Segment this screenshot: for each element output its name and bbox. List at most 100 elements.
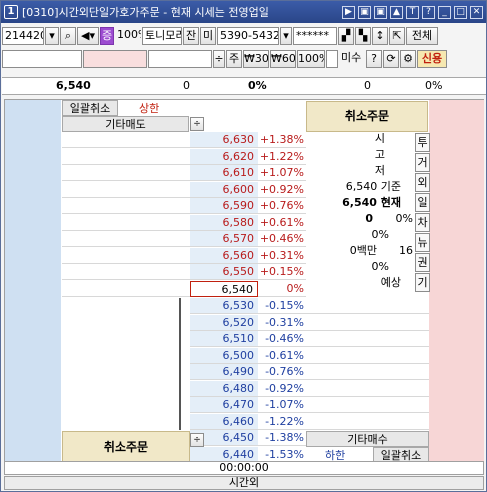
misu-label: 미수 bbox=[341, 50, 362, 64]
bid-price-cell[interactable]: 6,520 bbox=[190, 315, 258, 331]
bid-qty-cell[interactable] bbox=[306, 331, 429, 347]
bid-price-cell[interactable]: 6,530 bbox=[190, 298, 258, 314]
bid-price-cell[interactable]: 6,510 bbox=[190, 331, 258, 347]
play-icon[interactable]: ▶ bbox=[342, 5, 355, 19]
ask-qty-cell[interactable] bbox=[62, 165, 190, 181]
ask-price-cell[interactable]: 6,610 bbox=[190, 165, 258, 181]
summary-volume: 0 bbox=[183, 79, 190, 92]
stock-badge: 증 bbox=[100, 26, 114, 45]
sell-stepper[interactable]: ÷ bbox=[190, 117, 204, 131]
order-type-field[interactable] bbox=[2, 49, 82, 68]
ask-qty-cell[interactable] bbox=[62, 198, 190, 214]
left-input-column[interactable] bbox=[5, 100, 61, 463]
maximize-icon[interactable]: □ bbox=[454, 5, 467, 19]
ask-price-cell[interactable]: 6,550 bbox=[190, 264, 258, 280]
bid-rate-cell: -0.46% bbox=[258, 331, 306, 347]
qty-60-button[interactable]: ₩60 bbox=[270, 49, 296, 68]
unfilled-button[interactable]: 미 bbox=[200, 26, 216, 45]
ask-qty-cell[interactable] bbox=[62, 264, 190, 280]
misu-checkbox[interactable] bbox=[326, 49, 338, 68]
title-icons: ▶ ▣ ▣ ▲ T? _ □ ✕ bbox=[342, 5, 483, 19]
ask-qty-cell[interactable] bbox=[62, 182, 190, 198]
other-buy-button[interactable]: 기타매수 bbox=[306, 431, 429, 447]
balance-button[interactable]: 잔 bbox=[183, 26, 199, 45]
right-input-column[interactable] bbox=[429, 100, 484, 463]
ask-rate-cell: +0.92% bbox=[258, 183, 306, 198]
bid-qty-cell[interactable] bbox=[306, 298, 429, 314]
ask-price-cell[interactable]: 6,630 bbox=[190, 132, 258, 148]
ask-price-cell[interactable]: 6,590 bbox=[190, 198, 258, 214]
qty-100-button[interactable]: 100% bbox=[297, 49, 325, 68]
ask-rate-cell: +0.46% bbox=[258, 232, 306, 247]
bid-price-cell[interactable]: 6,470 bbox=[190, 397, 258, 413]
buy-stepper[interactable]: ÷ bbox=[190, 433, 204, 447]
speaker-icon[interactable]: ◀▾ bbox=[77, 26, 99, 45]
bid-price-cell[interactable]: 6,460 bbox=[190, 414, 258, 430]
ask-price-cell[interactable]: 6,540 bbox=[190, 281, 258, 297]
tile-icon[interactable]: ▣ bbox=[374, 5, 387, 19]
ask-qty-cell[interactable] bbox=[62, 281, 190, 297]
ask-qty-cell[interactable] bbox=[62, 132, 190, 148]
font-icon[interactable]: T bbox=[406, 5, 419, 19]
bid-qty-cell[interactable] bbox=[306, 364, 429, 380]
refresh-icon[interactable]: ⟳ bbox=[383, 49, 399, 68]
close-icon[interactable]: ✕ bbox=[470, 5, 483, 19]
up-icon[interactable]: ▲ bbox=[390, 5, 403, 19]
bid-qty-cell[interactable] bbox=[306, 414, 429, 430]
toolbar-row-2: ÷ 주 ₩30 ₩60 100% 미수 ? ⟳ ⚙ 신용 bbox=[2, 48, 486, 69]
bid-price-cell[interactable]: 6,490 bbox=[190, 364, 258, 380]
side-tab-2[interactable]: 거 bbox=[415, 153, 430, 172]
ask-qty-cell[interactable] bbox=[62, 231, 190, 247]
account-chevron-icon[interactable]: ▾ bbox=[280, 26, 292, 45]
ask-qty-cell[interactable] bbox=[62, 149, 190, 165]
bid-qty-cell[interactable] bbox=[306, 348, 429, 364]
qty-30-button[interactable]: ₩30 bbox=[243, 49, 269, 68]
settings-icon[interactable]: ▚ bbox=[355, 26, 371, 45]
password-field[interactable]: ****** bbox=[293, 26, 337, 45]
cancel-order-top-button[interactable]: 취소주문 bbox=[306, 101, 428, 132]
restore-icon[interactable]: ▣ bbox=[358, 5, 371, 19]
chevron-down-icon[interactable]: ▾ bbox=[45, 26, 59, 45]
minimize-icon[interactable]: _ bbox=[438, 5, 451, 19]
search-icon[interactable]: ⌕ bbox=[60, 26, 76, 45]
summary-pct: 0% bbox=[248, 79, 267, 92]
gear-icon[interactable]: ⚙ bbox=[400, 49, 416, 68]
ask-price-cell[interactable]: 6,570 bbox=[190, 231, 258, 247]
all-button[interactable]: 전체 bbox=[406, 26, 438, 45]
credit-button[interactable]: 신용 bbox=[417, 49, 447, 68]
price-stepper[interactable]: ÷ bbox=[213, 49, 225, 68]
bid-qty-cell[interactable] bbox=[306, 397, 429, 413]
sort-icon[interactable]: ↕ bbox=[372, 26, 388, 45]
bid-price-cell[interactable]: 6,500 bbox=[190, 348, 258, 364]
bulk-cancel-button[interactable]: 일괄취소 bbox=[62, 100, 118, 116]
bid-rate-cell: -1.38% bbox=[258, 430, 306, 446]
side-tab-3[interactable]: 외 bbox=[415, 173, 430, 192]
ask-qty-cell[interactable] bbox=[62, 215, 190, 231]
share-unit-button[interactable]: 주 bbox=[226, 49, 242, 68]
help-button[interactable]: ? bbox=[366, 49, 382, 68]
side-tab-8[interactable]: 기 bbox=[415, 273, 430, 292]
layout-icon[interactable]: ▞ bbox=[338, 26, 354, 45]
other-sell-button[interactable]: 기타매도 bbox=[62, 116, 189, 132]
price-field[interactable] bbox=[148, 49, 212, 68]
bid-rate-cell: -1.22% bbox=[258, 414, 306, 430]
ask-price-cell[interactable]: 6,580 bbox=[190, 215, 258, 231]
bid-qty-cell[interactable] bbox=[306, 315, 429, 331]
account-select[interactable]: 5390-5432 bbox=[217, 26, 279, 45]
side-tab-5[interactable]: 차 bbox=[415, 213, 430, 232]
ask-price-cell[interactable]: 6,620 bbox=[190, 149, 258, 165]
export-icon[interactable]: ⇱ bbox=[389, 26, 405, 45]
side-tab-1[interactable]: 투 bbox=[415, 133, 430, 152]
side-tab-4[interactable]: 일 bbox=[415, 193, 430, 212]
ask-price-cell[interactable]: 6,600 bbox=[190, 182, 258, 198]
ask-price-cell[interactable]: 6,560 bbox=[190, 248, 258, 264]
stock-code-input[interactable]: 214420 bbox=[2, 26, 44, 45]
quantity-field[interactable] bbox=[83, 49, 147, 68]
help-icon[interactable]: ? bbox=[422, 5, 435, 19]
cancel-order-bottom-button[interactable]: 취소주문 bbox=[62, 431, 190, 463]
bid-price-cell[interactable]: 6,480 bbox=[190, 381, 258, 397]
side-tab-6[interactable]: 뉴 bbox=[415, 233, 430, 252]
ask-qty-cell[interactable] bbox=[62, 248, 190, 264]
side-tab-7[interactable]: 권 bbox=[415, 253, 430, 272]
bid-qty-cell[interactable] bbox=[306, 381, 429, 397]
